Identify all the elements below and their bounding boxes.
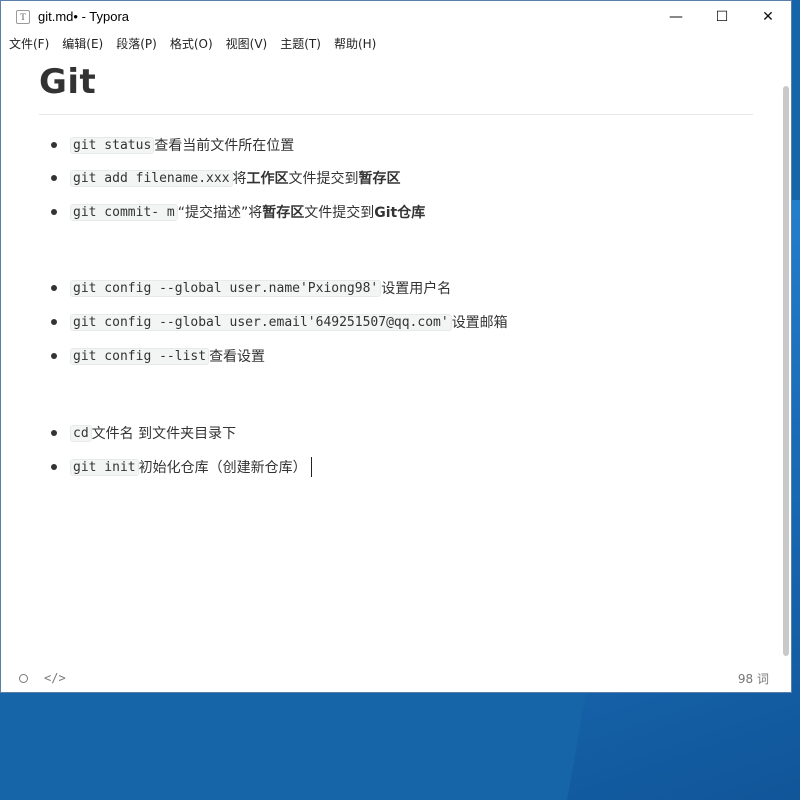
bullet-icon	[51, 430, 57, 436]
menu-bar: 文件(F) 编辑(E) 段落(P) 格式(O) 视图(V) 主题(T) 帮助(H…	[1, 32, 791, 54]
list-item[interactable]: git init 初始化仓库（创建新仓库）	[51, 456, 312, 478]
source-code-mode-icon[interactable]: </>	[44, 671, 66, 685]
editor-content[interactable]: Git git status 查看当前文件所在位置 git add filena…	[1, 54, 781, 664]
menu-file[interactable]: 文件(F)	[9, 35, 49, 52]
menu-paragraph[interactable]: 段落(P)	[116, 35, 157, 52]
list-item-text: “提交描述”将	[177, 205, 263, 221]
minimize-button[interactable]: —	[653, 1, 699, 32]
list-item-text: 将	[232, 171, 247, 187]
list-item-text: 初始化仓库（创建新仓库）	[138, 460, 307, 476]
menu-help[interactable]: 帮助(H)	[334, 35, 376, 52]
inline-code: git config --global user.email'649251507…	[70, 313, 452, 331]
menu-view[interactable]: 视图(V)	[226, 35, 268, 52]
list-item[interactable]: git status 查看当前文件所在位置	[51, 134, 294, 156]
list-item[interactable]: git config --global user.name'Pxiong98' …	[51, 277, 451, 299]
window-controls: — ☐ ✕	[653, 1, 791, 32]
list-item-text: 设置邮箱	[451, 315, 508, 331]
vertical-scrollbar[interactable]	[783, 86, 789, 656]
list-item[interactable]: git commit- m “提交描述”将 暂存区 文件提交到 Git仓库	[51, 201, 425, 223]
list-item-text: 设置用户名	[381, 281, 452, 297]
inline-code: git config --list	[70, 347, 210, 365]
bold-text: 工作区	[246, 171, 289, 187]
typora-app-icon: T	[16, 9, 30, 24]
bullet-icon	[51, 285, 57, 291]
menu-format[interactable]: 格式(O)	[170, 35, 213, 52]
list-item-text: 文件名 到文件夹目录下	[91, 426, 237, 442]
window-title: git.md• - Typora	[38, 9, 130, 24]
list-item-text: 文件提交到	[288, 171, 359, 187]
heading-divider	[39, 114, 753, 115]
list-item[interactable]: cd 文件名 到文件夹目录下	[51, 422, 236, 444]
inline-code: git status	[70, 136, 155, 154]
menu-edit[interactable]: 编辑(E)	[62, 35, 103, 52]
bullet-icon	[51, 353, 57, 359]
bullet-icon	[51, 209, 57, 215]
word-count[interactable]: 98 词	[738, 670, 769, 687]
list-item-text: 查看当前文件所在位置	[154, 138, 295, 154]
bullet-icon	[51, 319, 57, 325]
typora-window: T git.md• - Typora — ☐ ✕ 文件(F) 编辑(E) 段落(…	[0, 0, 792, 693]
list-item[interactable]: git add filename.xxx 将 工作区 文件提交到 暂存区	[51, 167, 401, 189]
inline-code: git config --global user.name'Pxiong98'	[70, 279, 382, 297]
bullet-icon	[51, 464, 57, 470]
bold-text: Git仓库	[374, 205, 426, 221]
close-button[interactable]: ✕	[745, 1, 791, 32]
document-heading[interactable]: Git	[39, 62, 96, 102]
text-cursor	[310, 457, 312, 477]
list-item[interactable]: git config --list 查看设置	[51, 345, 265, 367]
inline-code: git add filename.xxx	[70, 169, 233, 187]
maximize-button[interactable]: ☐	[699, 1, 745, 32]
menu-theme[interactable]: 主题(T)	[280, 35, 321, 52]
list-item[interactable]: git config --global user.email'649251507…	[51, 311, 508, 333]
bullet-icon	[51, 175, 57, 181]
inline-code: git commit- m	[70, 203, 178, 221]
list-item-text: 文件提交到	[304, 205, 375, 221]
status-bar: </> 98 词	[1, 664, 791, 692]
outline-toggle-icon[interactable]	[19, 673, 28, 683]
list-item-text: 查看设置	[209, 349, 266, 365]
inline-code: cd	[70, 424, 92, 442]
bullet-icon	[51, 142, 57, 148]
bold-text: 暂存区	[262, 205, 305, 221]
inline-code: git init	[70, 458, 139, 476]
bold-text: 暂存区	[358, 171, 401, 187]
title-bar[interactable]: T git.md• - Typora — ☐ ✕	[1, 1, 791, 32]
